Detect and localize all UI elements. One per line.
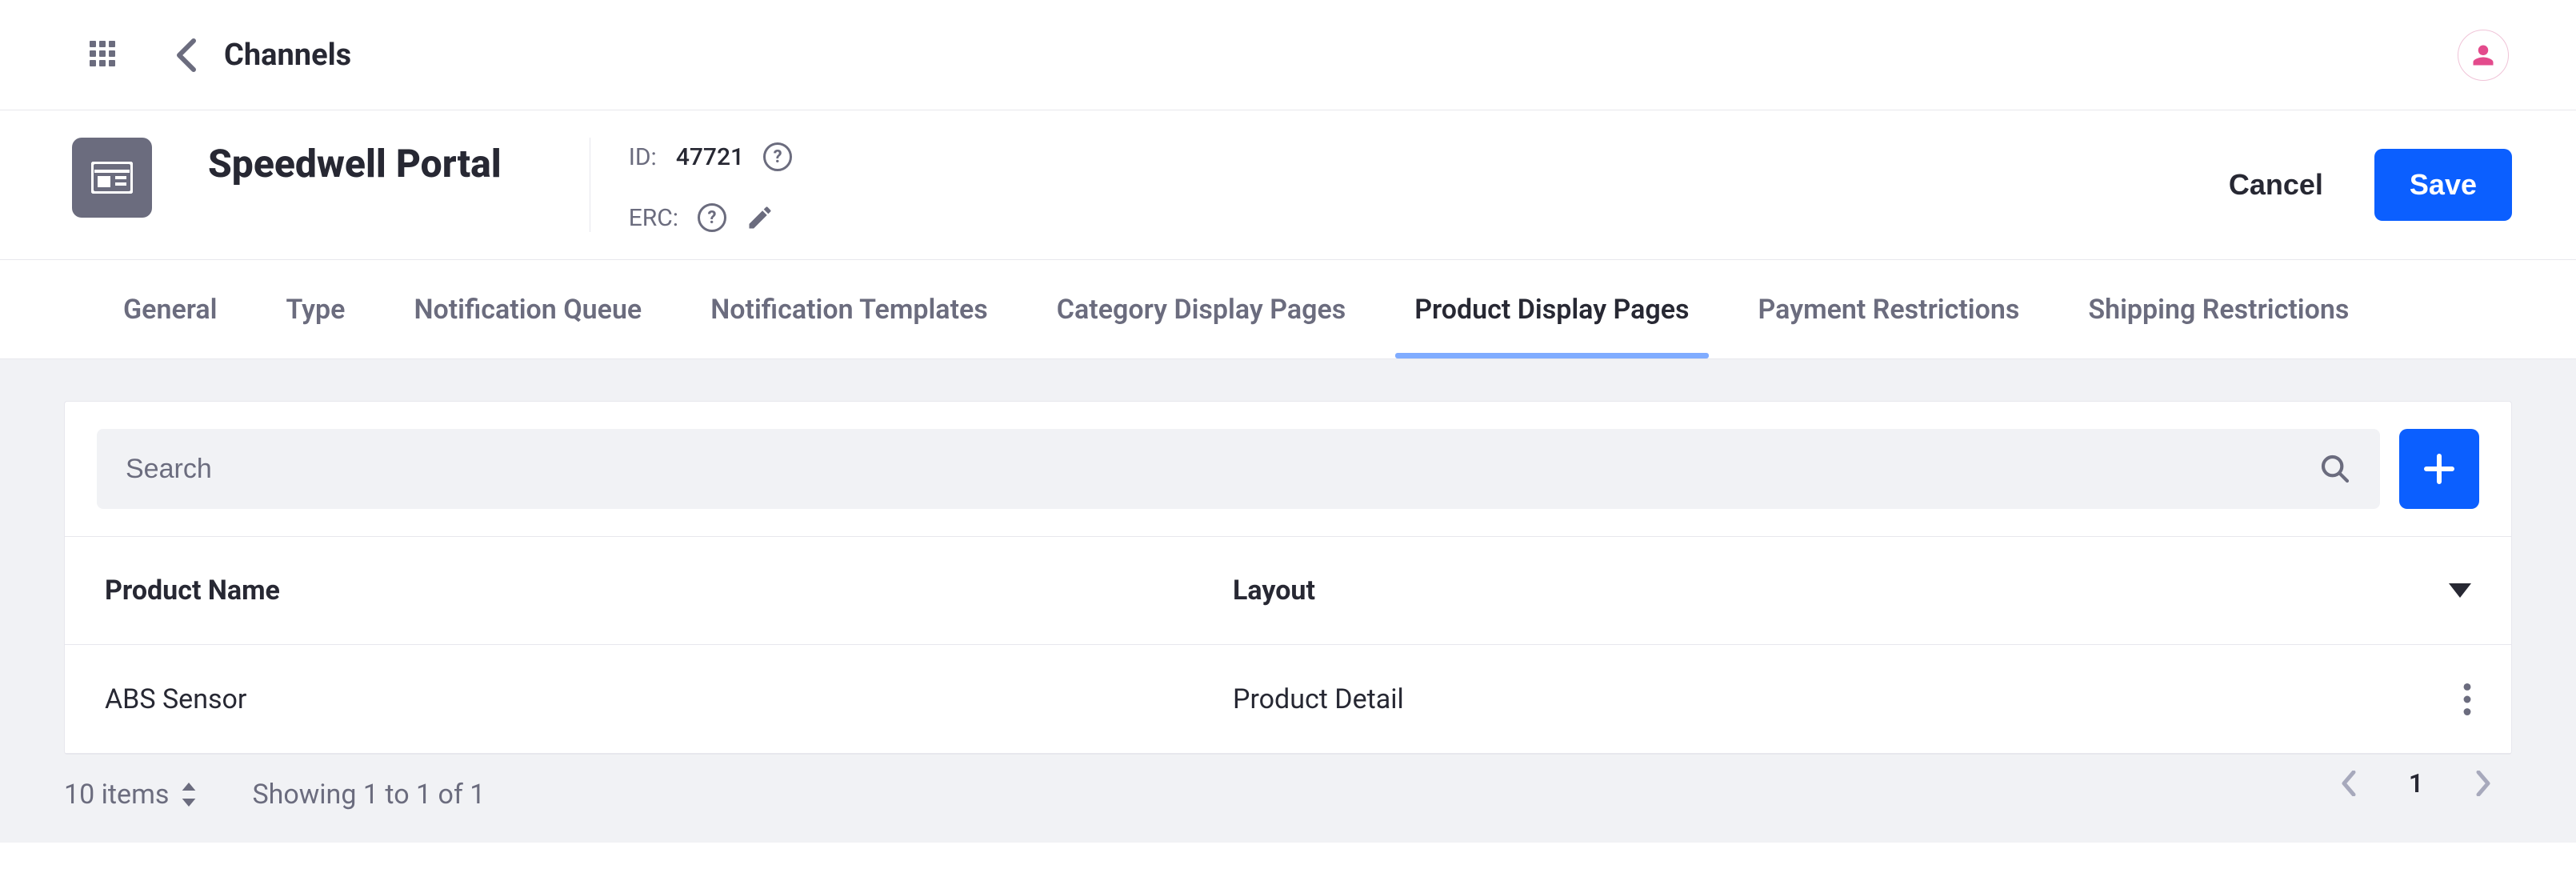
tab-product-display-pages[interactable]: Product Display Pages [1411, 260, 1692, 358]
tab-shipping-restrictions[interactable]: Shipping Restrictions [2085, 260, 2352, 358]
showing-label: Showing 1 to 1 of 1 [252, 779, 485, 811]
channel-name: Speedwell Portal [208, 138, 502, 186]
tab-type[interactable]: Type [283, 260, 349, 358]
tab-payment-restrictions[interactable]: Payment Restrictions [1755, 260, 2023, 358]
id-help-icon[interactable]: ? [763, 142, 792, 171]
erc-help-icon[interactable]: ? [698, 203, 726, 232]
prev-page-button[interactable] [2320, 755, 2378, 812]
user-avatar[interactable] [2458, 30, 2509, 81]
next-page-button[interactable] [2454, 755, 2512, 812]
edit-erc-icon[interactable] [746, 203, 774, 232]
apps-menu-icon[interactable] [90, 41, 118, 70]
updown-icon [182, 783, 196, 807]
user-icon [2471, 43, 2495, 67]
erc-label: ERC: [629, 204, 678, 232]
search-icon[interactable] [2318, 451, 2353, 487]
search-input[interactable] [124, 453, 2318, 486]
id-label: ID: [629, 143, 657, 171]
tab-notification-templates[interactable]: Notification Templates [707, 260, 991, 358]
current-page[interactable]: 1 [2387, 755, 2445, 812]
add-button[interactable] [2399, 429, 2479, 509]
save-button[interactable]: Save [2374, 149, 2512, 221]
cell-layout: Product Detail [1233, 683, 2423, 715]
column-layout[interactable]: Layout [1233, 575, 2423, 607]
cell-product-name: ABS Sensor [105, 683, 1233, 715]
column-product-name[interactable]: Product Name [105, 575, 1233, 607]
back-button[interactable] [166, 36, 205, 74]
sort-icon[interactable] [2423, 583, 2471, 598]
cancel-button[interactable]: Cancel [2216, 168, 2336, 202]
section-title: Channels [224, 38, 351, 73]
tab-notification-queue[interactable]: Notification Queue [410, 260, 645, 358]
channel-icon [72, 138, 152, 218]
items-per-page[interactable]: 10 items [64, 779, 196, 811]
table-row[interactable]: ABS Sensor Product Detail [65, 645, 2511, 754]
id-value: 47721 [676, 143, 744, 171]
plus-icon [2420, 450, 2458, 488]
tab-category-display-pages[interactable]: Category Display Pages [1054, 260, 1349, 358]
items-per-page-label: 10 items [64, 779, 169, 811]
row-actions-icon[interactable] [2423, 683, 2471, 715]
tab-general[interactable]: General [120, 260, 221, 358]
